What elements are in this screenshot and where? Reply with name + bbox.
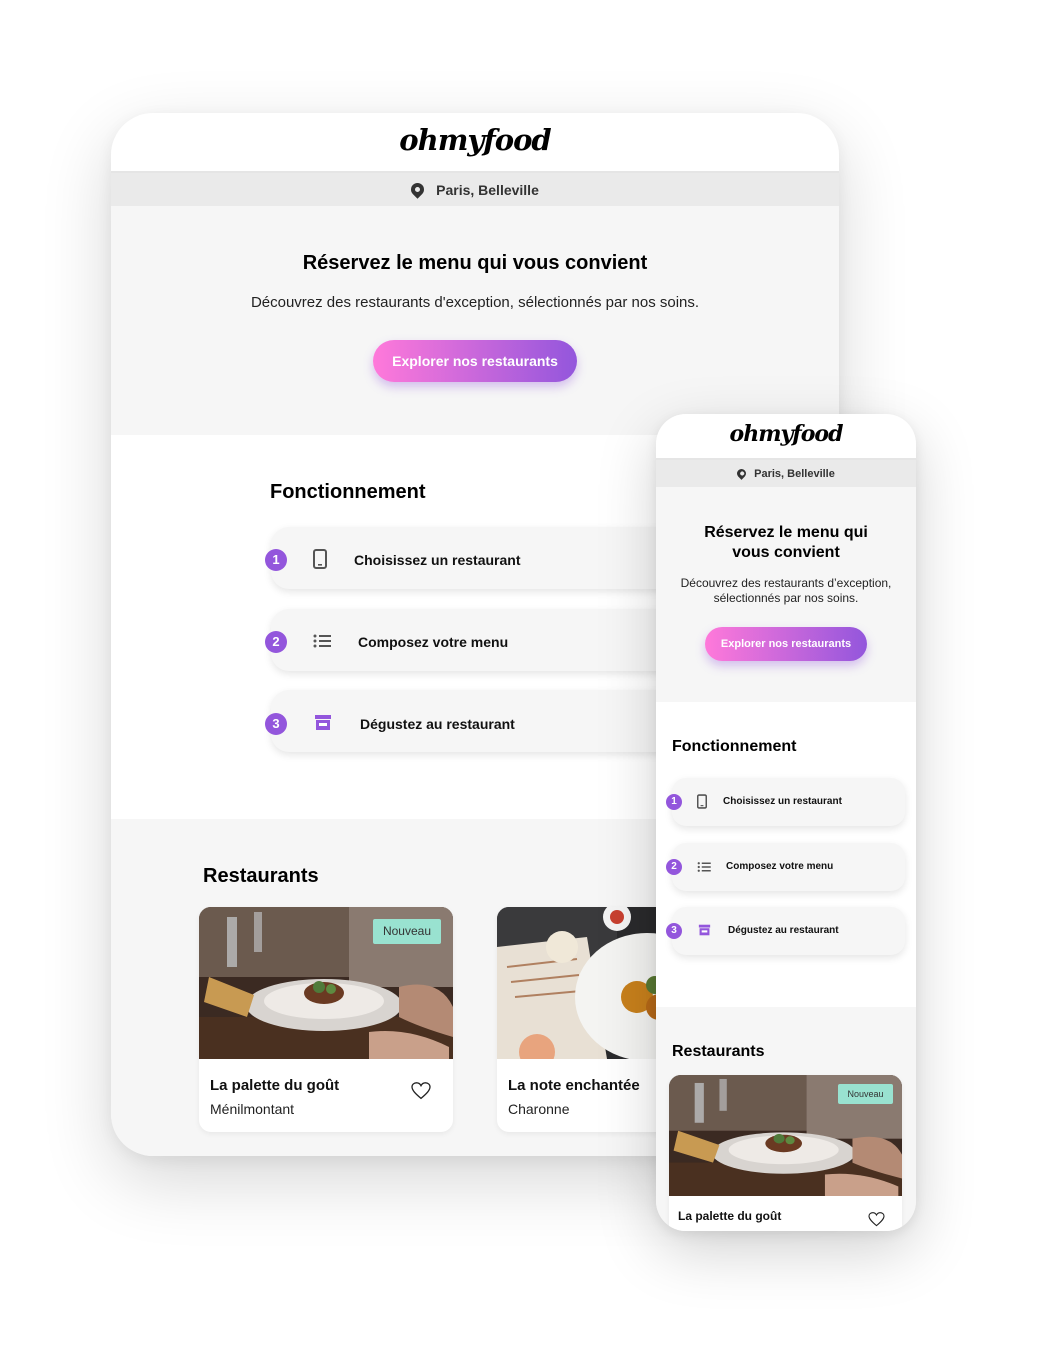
mobile-mockup: ohmyfood Paris, Belleville Réservez le m… <box>656 414 916 1231</box>
step-number-badge: 1 <box>666 794 682 810</box>
hero-subtitle: Découvrez des restaurants d’exception, s… <box>680 576 892 605</box>
explore-button[interactable]: Explorer nos restaurants <box>373 340 577 382</box>
step-label: Dégustez au restaurant <box>360 716 515 732</box>
map-pin-icon <box>408 180 427 199</box>
restaurants-section: Restaurants <box>656 1007 916 1231</box>
step-label: Composez votre menu <box>358 634 509 650</box>
step-number-badge: 3 <box>666 923 682 939</box>
step-label: Choisissez un restaurant <box>354 552 521 568</box>
smartphone-icon <box>697 794 707 809</box>
restaurant-name: La palette du goût <box>210 1077 340 1094</box>
new-badge: Nouveau <box>373 919 441 944</box>
location-label: Paris, Belleville <box>754 467 835 480</box>
section-title: Fonctionnement <box>672 738 797 755</box>
section-title: Fonctionnement <box>270 481 426 503</box>
restaurant-location: Charonne <box>508 1101 570 1117</box>
restaurant-name: La palette du goût <box>678 1209 782 1223</box>
site-header: ohmyfood <box>111 113 839 173</box>
restaurant-name: La note enchantée <box>508 1077 640 1094</box>
location-label: Paris, Belleville <box>436 181 539 198</box>
section-title: Restaurants <box>672 1043 765 1060</box>
list-icon <box>313 634 331 648</box>
step-label: Composez votre menu <box>726 861 834 872</box>
step-number-badge: 2 <box>265 631 287 653</box>
heart-icon[interactable] <box>411 1082 431 1100</box>
location-bar: Paris, Belleville <box>656 460 916 487</box>
new-badge: Nouveau <box>838 1084 893 1104</box>
how-it-works-section: Fonctionnement 1 Choisissez un restauran… <box>656 702 916 1007</box>
step-label: Choisissez un restaurant <box>723 796 842 807</box>
step-number-badge: 2 <box>666 859 682 875</box>
hero-section: Réservez le menu qui vous convient Décou… <box>656 487 916 702</box>
step-label: Dégustez au restaurant <box>728 925 839 936</box>
logo[interactable]: ohmyfood <box>656 421 916 447</box>
store-icon <box>698 924 711 936</box>
explore-button[interactable]: Explorer nos restaurants <box>705 627 867 661</box>
restaurant-card[interactable]: Nouveau La palette du goût Ménilmontant <box>199 907 453 1132</box>
heart-icon[interactable] <box>868 1212 885 1227</box>
list-icon <box>697 862 711 872</box>
section-title: Restaurants <box>203 865 319 887</box>
hero-subtitle: Découvrez des restaurants d'exception, s… <box>250 294 700 311</box>
hero-section: Réservez le menu qui vous convient Décou… <box>111 206 839 435</box>
logo[interactable]: ohmyfood <box>111 123 839 157</box>
site-header: ohmyfood <box>656 414 916 460</box>
smartphone-icon <box>313 549 327 569</box>
restaurant-card[interactable]: Nouveau La palette du goût <box>669 1075 902 1231</box>
hero-title: Réservez le menu qui vous convient <box>704 524 868 561</box>
step-number-badge: 1 <box>265 549 287 571</box>
step-number-badge: 3 <box>265 713 287 735</box>
store-icon <box>315 715 331 730</box>
location-bar: Paris, Belleville <box>111 173 839 206</box>
hero-title: Réservez le menu qui vous convient <box>302 252 648 274</box>
restaurant-location: Ménilmontant <box>210 1101 295 1117</box>
map-pin-icon <box>735 467 749 480</box>
